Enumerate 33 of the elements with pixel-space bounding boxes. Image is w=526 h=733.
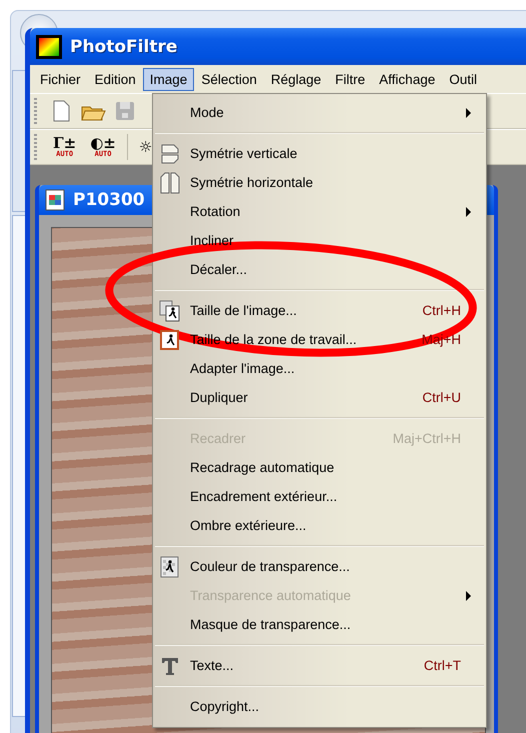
menu-bar-item[interactable]: Réglage	[264, 68, 328, 90]
flip-horizontal-icon	[159, 172, 181, 194]
menu-item[interactable]: Ombre extérieure...	[153, 511, 486, 540]
menu-item[interactable]: Décaler...	[153, 255, 486, 284]
menu-bar-item[interactable]: Edition	[88, 68, 143, 90]
menu-item[interactable]: Rotation	[153, 197, 486, 226]
flip-vertical-icon	[159, 142, 181, 164]
menu-item[interactable]: Mode	[153, 98, 486, 127]
menu-item[interactable]: Copyright...	[153, 692, 486, 721]
document-title: P10300	[73, 190, 145, 210]
image-file-icon	[45, 189, 65, 211]
menu-bar-item[interactable]: Affichage	[372, 68, 442, 90]
menu-item[interactable]: Masque de transparence...	[153, 610, 486, 639]
menu-item[interactable]: Couleur de transparence...	[153, 552, 486, 581]
menu-bar-item[interactable]: Filtre	[328, 68, 372, 90]
menu-item[interactable]: Texte... Ctrl+T	[153, 651, 486, 680]
menu-item[interactable]: Adapter l'image...	[153, 354, 486, 383]
menu-item[interactable]: Symétrie verticale	[153, 139, 486, 168]
menu-item[interactable]: Dupliquer Ctrl+U	[153, 383, 486, 412]
menu-item[interactable]: Recadrage automatique	[153, 453, 486, 482]
window-title: PhotoFiltre	[70, 36, 178, 56]
toolbar-button[interactable]: ☼	[136, 138, 156, 156]
menu-bar-item[interactable]: Fichier	[33, 68, 88, 90]
menu-item[interactable]: Symétrie horizontale	[153, 168, 486, 197]
transparency-figure-icon	[159, 556, 181, 578]
canvas-figure-icon	[159, 328, 181, 350]
resize-figure-icon	[159, 300, 181, 322]
menu-bar-item[interactable]: Sélection	[194, 68, 264, 90]
menu-bar-item[interactable]: Image	[142, 68, 194, 90]
app-logo-icon	[36, 34, 62, 58]
menu-item[interactable]: Encadrement extérieur...	[153, 482, 486, 511]
menu-item[interactable]: Taille de l'image... Ctrl+H	[153, 296, 486, 325]
menu-bar-item[interactable]: Outil	[442, 68, 484, 90]
